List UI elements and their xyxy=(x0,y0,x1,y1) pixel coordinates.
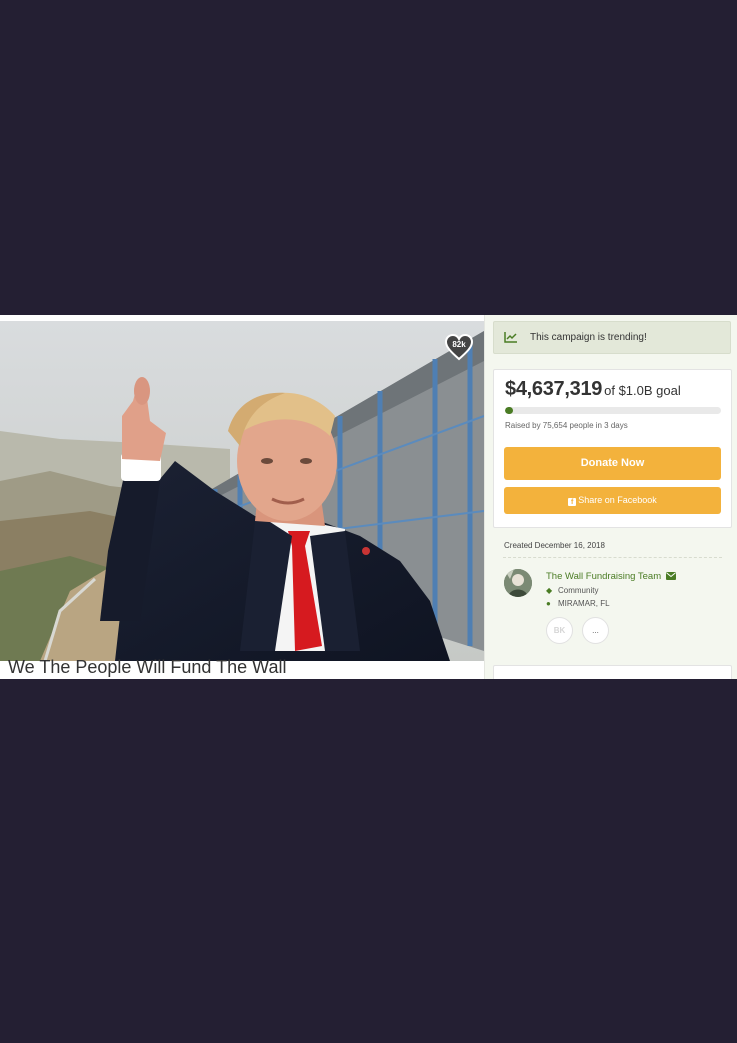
share-facebook-button[interactable]: f Share on Facebook xyxy=(504,487,721,514)
donation-card: $4,637,319 of $1.0B goal Raised by 75,654… xyxy=(493,369,732,528)
donate-now-button[interactable]: Donate Now xyxy=(504,447,721,480)
share-facebook-label: Share on Facebook xyxy=(578,495,657,505)
envelope-icon[interactable] xyxy=(665,572,676,580)
trending-banner: This campaign is trending! xyxy=(493,321,731,354)
amount-raised: $4,637,319 xyxy=(505,378,603,400)
campaign-title: We The People Will Fund The Wall xyxy=(8,657,287,677)
campaign-hero-image[interactable]: 82k xyxy=(0,321,484,661)
more-options-button[interactable]: ... xyxy=(582,617,609,644)
organizer-category-label: Community xyxy=(558,586,599,595)
facebook-icon: f xyxy=(568,498,577,506)
trending-text: This campaign is trending! xyxy=(530,332,647,343)
dashed-divider xyxy=(503,557,722,558)
trend-line-icon xyxy=(504,332,517,343)
avatar-image xyxy=(504,569,532,597)
goal-text: of $1.0B goal xyxy=(604,383,681,398)
organizer-name-label: The Wall Fundraising Team xyxy=(546,571,662,582)
favorite-count: 82k xyxy=(452,340,466,349)
organizer-category: ◆ Community xyxy=(546,586,598,595)
organizer-location-label: MIRAMAR, FL xyxy=(558,599,610,608)
progress-fill xyxy=(505,407,513,414)
next-card xyxy=(493,665,732,679)
organizer-location: ● MIRAMAR, FL xyxy=(546,599,610,608)
organizer-avatar[interactable] xyxy=(504,569,532,597)
screenshot-frame: 82k We The People Will Fund The Wall Thi… xyxy=(0,315,737,679)
tag-icon: ◆ xyxy=(546,586,553,595)
campaign-sidebar: This campaign is trending! $4,637,319 of … xyxy=(485,315,737,679)
progress-bar xyxy=(505,407,721,414)
organizer-name[interactable]: The Wall Fundraising Team xyxy=(546,571,676,582)
hero-photo xyxy=(0,321,484,661)
share-circle-button[interactable]: BK xyxy=(546,617,573,644)
favorite-badge[interactable]: 82k xyxy=(444,333,474,361)
amount-line: $4,637,319 of $1.0B goal xyxy=(505,378,681,401)
raised-summary: Raised by 75,654 people in 3 days xyxy=(505,421,628,430)
map-pin-icon: ● xyxy=(546,599,551,608)
created-date: Created December 16, 2018 xyxy=(504,541,605,550)
